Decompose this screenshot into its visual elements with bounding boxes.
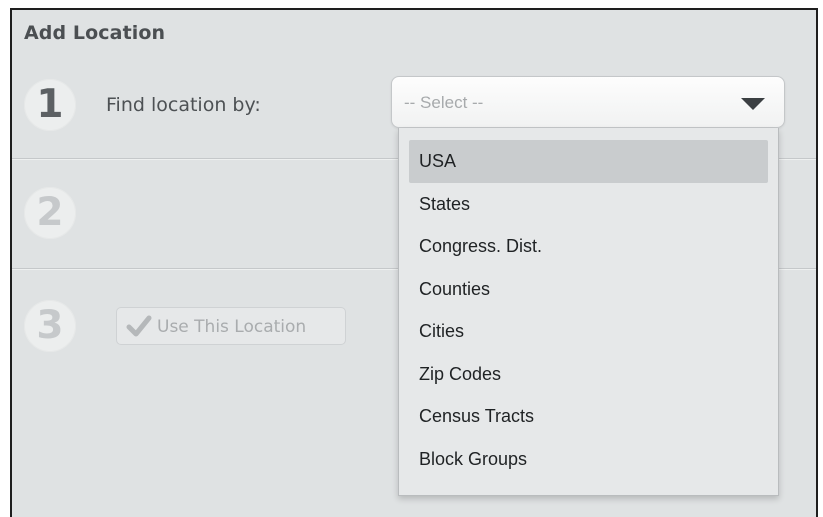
caret-down-icon[interactable]	[741, 98, 765, 110]
dropdown-option-congress-dist[interactable]: Congress. Dist.	[409, 225, 768, 268]
location-type-select[interactable]: -- Select --	[391, 76, 785, 128]
add-location-panel: Add Location 1 Find location by: -- Sele…	[10, 8, 818, 517]
step-1-number: 1	[24, 79, 76, 131]
select-placeholder: -- Select --	[404, 93, 484, 112]
location-type-dropdown: USA States Congress. Dist. Counties Citi…	[398, 128, 779, 496]
panel-title: Add Location	[24, 22, 166, 44]
step-2-number: 2	[24, 187, 76, 239]
dropdown-option-states[interactable]: States	[409, 183, 768, 226]
dropdown-option-counties[interactable]: Counties	[409, 268, 768, 311]
checkmark-icon	[126, 315, 152, 337]
dropdown-option-usa[interactable]: USA	[409, 140, 768, 183]
use-this-location-label: Use This Location	[157, 317, 307, 337]
use-this-location-button[interactable]: Use This Location	[116, 307, 346, 345]
dropdown-option-census-tracts[interactable]: Census Tracts	[409, 395, 768, 438]
find-location-label: Find location by:	[106, 94, 261, 116]
step-3-number: 3	[24, 300, 76, 352]
dropdown-option-zip-codes[interactable]: Zip Codes	[409, 353, 768, 396]
dropdown-option-cities[interactable]: Cities	[409, 310, 768, 353]
dropdown-option-block-groups[interactable]: Block Groups	[409, 438, 768, 481]
